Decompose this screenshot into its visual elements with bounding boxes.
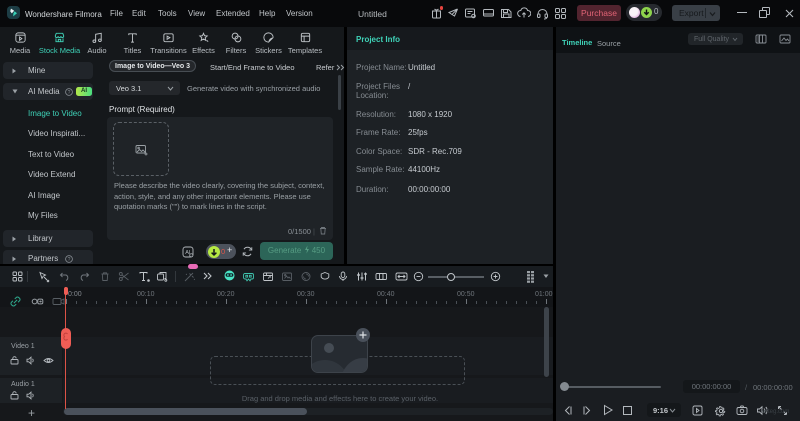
svg-text:?: ? <box>68 90 71 96</box>
svg-text:?: ? <box>68 257 71 263</box>
